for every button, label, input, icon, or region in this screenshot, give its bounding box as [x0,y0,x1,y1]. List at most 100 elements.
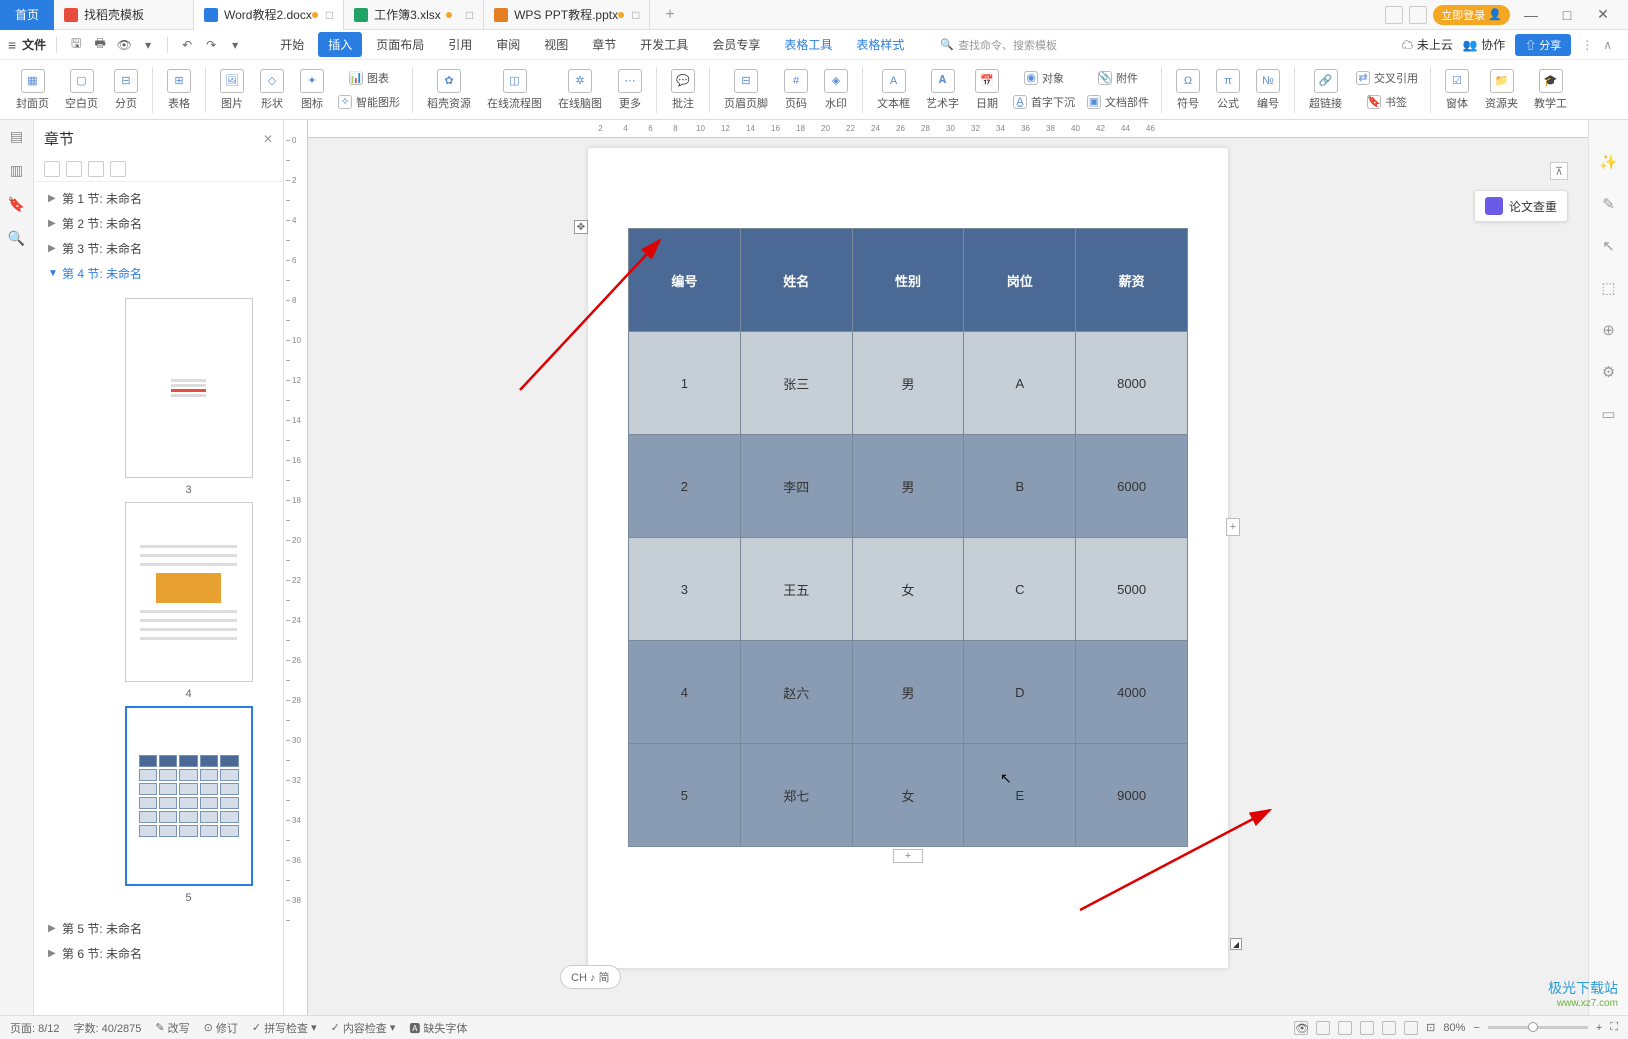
tool-2[interactable] [66,161,82,177]
select-icon[interactable]: ↖ [1599,236,1619,256]
table-cell[interactable]: 男 [852,641,964,744]
rewrite-button[interactable]: ✎ 改写 [155,1020,189,1036]
tool-4[interactable] [110,161,126,177]
ribbon-attachment[interactable]: 📎附件 [1083,67,1153,89]
content-check[interactable]: ✓ 内容检查 ▾ [331,1020,396,1036]
spellcheck[interactable]: ✓ 拼写检查 ▾ [252,1020,317,1036]
ribbon-pagenum[interactable]: #页码 [778,62,814,118]
tab-chapters[interactable]: 章节 [582,32,626,57]
table-cell[interactable]: 王五 [740,538,852,641]
ribbon-teach[interactable]: 🎓教学工 [1528,62,1573,118]
home-tab[interactable]: 首页 [0,0,54,30]
tab-start[interactable]: 开始 [270,32,314,57]
ribbon-headerfooter[interactable]: ⊟页眉页脚 [718,62,774,118]
table-header-cell[interactable]: 性别 [852,229,964,332]
grid-icon[interactable] [1409,6,1427,24]
fit-icon[interactable]: ⊡ [1426,1021,1435,1034]
table-header-cell[interactable]: 姓名 [740,229,852,332]
missing-font[interactable]: 🅰 缺失字体 [409,1020,467,1036]
dropdown-icon[interactable]: ▾ [226,36,244,54]
ribbon-bookmark[interactable]: 🔖书签 [1352,91,1422,113]
readmode-icon[interactable]: ▭ [1599,404,1619,424]
tab-devtools[interactable]: 开发工具 [630,32,698,57]
view-outline-icon[interactable] [1338,1021,1352,1035]
section-item[interactable]: ▶第 5 节: 未命名 [34,916,283,941]
ribbon-cover[interactable]: ▦封面页 [10,62,55,118]
add-column-button[interactable]: + [1226,518,1240,536]
hamburger-icon[interactable]: ≡ [8,37,16,53]
tool-1[interactable] [44,161,60,177]
ai-icon[interactable]: ✨ [1599,152,1619,172]
tab-references[interactable]: 引用 [438,32,482,57]
ribbon-mindmap[interactable]: ✲在线脑图 [552,62,608,118]
page-thumb[interactable] [125,502,253,682]
table-cell[interactable]: 8000 [1076,332,1188,435]
ribbon-date[interactable]: 📅日期 [969,62,1005,118]
table-cell[interactable]: 男 [852,332,964,435]
chevron-icon[interactable]: ∧ [1603,38,1612,52]
table-cell[interactable]: 6000 [1076,435,1188,538]
new-tab-button[interactable]: + [650,6,689,24]
table-cell[interactable]: B [964,435,1076,538]
search-icon[interactable]: 🔍 [7,228,27,248]
ribbon-crossref[interactable]: ⇄交叉引用 [1352,67,1422,89]
table-header-cell[interactable]: 岗位 [964,229,1076,332]
undo-icon[interactable]: ↶ [178,36,196,54]
doc-tab-template[interactable]: 找稻壳模板 [54,0,194,30]
table-resize-handle[interactable]: ◢ [1230,938,1242,950]
section-item[interactable]: ▶第 6 节: 未命名 [34,941,283,966]
ribbon-wordart[interactable]: 𝐀艺术字 [920,62,965,118]
vertical-ruler[interactable]: 02468101214161820222426283032343638 [284,120,308,1015]
ribbon-symbol[interactable]: Ω符号 [1170,62,1206,118]
table-cell[interactable]: 女 [852,538,964,641]
outline-icon[interactable]: ▤ [7,126,27,146]
preview-icon[interactable]: 👁 [115,36,133,54]
table-move-handle[interactable]: ✥ [574,220,588,234]
doc-scroll[interactable]: 2468101214161820222426283032343638404244… [308,120,1588,1015]
ribbon-hyperlink[interactable]: 🔗超链接 [1303,62,1348,118]
ribbon-comment[interactable]: 💬批注 [665,62,701,118]
tool-3[interactable] [88,161,104,177]
close-panel-icon[interactable]: ✕ [263,132,273,146]
close-icon[interactable]: □ [632,8,639,22]
export-icon[interactable]: ▾ [139,36,157,54]
tab-member[interactable]: 会员专享 [702,32,770,57]
table-header-cell[interactable]: 薪资 [1076,229,1188,332]
add-row-button[interactable]: + [893,849,923,863]
table-cell[interactable]: 3 [629,538,741,641]
content-table[interactable]: 编号姓名性别岗位薪资1张三男A80002李四男B60003王五女C50004赵六… [628,228,1188,847]
print-icon[interactable]: 🖶 [91,36,109,54]
ribbon-form[interactable]: ☑窗体 [1439,62,1475,118]
table-cell[interactable]: 9000 [1076,744,1188,847]
file-menu[interactable]: 文件 [22,36,46,53]
minimize-button[interactable]: — [1516,7,1546,23]
ribbon-flowchart[interactable]: ◫在线流程图 [481,62,548,118]
section-item[interactable]: ▶第 2 节: 未命名 [34,211,283,236]
collab-button[interactable]: 👥 协作 [1463,36,1505,53]
settings-icon[interactable]: ⚙ [1599,362,1619,382]
zoom-slider[interactable] [1488,1026,1588,1029]
page-thumb[interactable] [125,298,253,478]
ribbon-docparts[interactable]: ▣文档部件 [1083,91,1153,113]
protect-icon[interactable]: ⊕ [1599,320,1619,340]
ribbon-icons[interactable]: ✦图标 [294,62,330,118]
ribbon-resource[interactable]: 📁资源夹 [1479,62,1524,118]
ribbon-equation[interactable]: π公式 [1210,62,1246,118]
table-cell[interactable]: C [964,538,1076,641]
tab-insert[interactable]: 插入 [318,32,362,57]
tab-review[interactable]: 审阅 [486,32,530,57]
table-cell[interactable]: 5 [629,744,741,847]
layer-icon[interactable]: ⬚ [1599,278,1619,298]
more-icon[interactable]: ⋮ [1581,38,1593,52]
ribbon-picture[interactable]: 🖼图片 [214,62,250,118]
ribbon-smartart[interactable]: ✧智能图形 [334,91,404,113]
ribbon-blankpage[interactable]: ▢空白页 [59,62,104,118]
ribbon-table[interactable]: ⊞表格 [161,62,197,118]
view-web-icon[interactable] [1360,1021,1374,1035]
document-page[interactable]: ✥ 编号姓名性别岗位薪资1张三男A80002李四男B60003王五女C50004… [588,148,1228,968]
doc-tab-ppt[interactable]: WPS PPT教程.pptx□ [484,0,650,30]
doc-tab-word[interactable]: Word教程2.docx□ [194,0,344,30]
table-cell[interactable]: 女 [852,744,964,847]
pin-button[interactable]: ⊼ [1550,162,1568,180]
table-header-cell[interactable]: 编号 [629,229,741,332]
